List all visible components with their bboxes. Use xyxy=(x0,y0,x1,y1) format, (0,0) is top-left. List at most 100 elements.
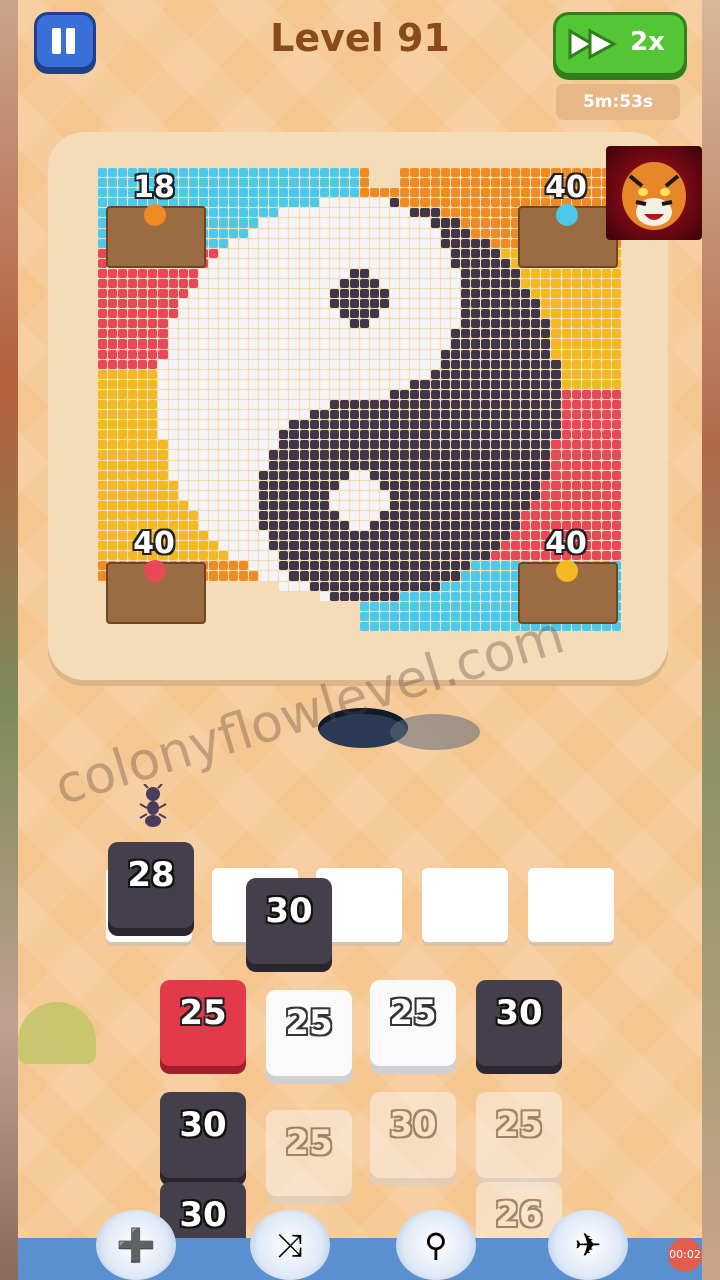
speed-button[interactable]: 2x xyxy=(553,12,687,76)
pixel-cell xyxy=(108,309,118,319)
pixel-cell xyxy=(511,329,521,339)
pixel-cell xyxy=(289,339,299,349)
pixel-cell xyxy=(430,369,440,379)
pixel-cell xyxy=(480,611,490,621)
magnet-claw-button[interactable]: ⚲ xyxy=(396,1210,476,1280)
pixel-cell xyxy=(138,440,148,450)
pixel-cell xyxy=(218,178,228,188)
pixel-cell xyxy=(98,349,108,359)
pixel-cell xyxy=(128,500,138,510)
pixel-cell xyxy=(329,168,339,178)
add-slot-button[interactable]: ➕ xyxy=(96,1210,176,1280)
pixel-cell xyxy=(521,289,531,299)
pixel-cell xyxy=(380,339,390,349)
pixel-cell xyxy=(430,541,440,551)
pixel-cell xyxy=(168,410,178,420)
pixel-cell xyxy=(118,460,128,470)
red-pig-collector[interactable]: 40 xyxy=(98,522,210,628)
pixel-cell xyxy=(420,601,430,611)
pixel-cell xyxy=(480,521,490,531)
pixel-cell xyxy=(581,510,591,521)
pixel-cell xyxy=(400,228,410,238)
queue-block-active[interactable]: 28 xyxy=(108,842,194,928)
tray-block[interactable]: 25 xyxy=(266,990,352,1076)
pixel-cell xyxy=(400,379,410,389)
pixel-cell xyxy=(249,430,259,440)
pixel-cell xyxy=(118,309,128,319)
pixel-cell xyxy=(349,500,359,510)
pixel-cell xyxy=(208,521,218,531)
pixel-cell xyxy=(279,450,289,460)
pixel-cell xyxy=(128,420,138,430)
tray-block[interactable]: 25 xyxy=(370,980,456,1066)
tray-block[interactable]: 25 xyxy=(476,1092,562,1178)
pixel-cell xyxy=(158,389,168,399)
pixel-cell xyxy=(470,460,480,470)
pixel-cell xyxy=(128,359,138,369)
pixel-cell xyxy=(400,601,410,611)
pixel-cell xyxy=(491,611,501,621)
pixel-cell xyxy=(390,430,400,440)
pixel-cell xyxy=(138,500,148,510)
pixel-cell xyxy=(289,531,299,541)
pixel-cell xyxy=(420,238,430,248)
pixel-cell xyxy=(329,510,339,521)
pixel-cell xyxy=(319,178,329,188)
pixel-cell xyxy=(400,248,410,258)
pixel-cell xyxy=(470,228,480,238)
pixel-cell xyxy=(299,188,309,198)
pixel-cell xyxy=(501,389,511,399)
pixel-cell xyxy=(480,268,490,278)
pixel-cell xyxy=(450,591,460,601)
tray-block[interactable]: 25 xyxy=(266,1110,352,1196)
pixel-cell xyxy=(259,490,269,500)
pixel-cell xyxy=(491,460,501,470)
pixel-cell xyxy=(561,420,571,430)
pixel-cell xyxy=(491,470,501,480)
tray-block[interactable]: 30 xyxy=(160,1092,246,1178)
pixel-cell xyxy=(470,561,480,571)
tray-block[interactable]: 30 xyxy=(476,980,562,1066)
vacuum-button[interactable]: ✈ xyxy=(548,1210,628,1280)
pixel-cell xyxy=(511,389,521,399)
pixel-cell xyxy=(460,450,470,460)
pixel-cell xyxy=(491,248,501,258)
pixel-cell xyxy=(420,268,430,278)
pixel-cell xyxy=(319,450,329,460)
pixel-cell xyxy=(339,359,349,369)
pixel-cell xyxy=(480,389,490,399)
pixel-cell xyxy=(259,561,269,571)
tray-block[interactable]: 25 xyxy=(160,980,246,1066)
pixel-cell xyxy=(168,289,178,299)
pixel-cell xyxy=(208,460,218,470)
pixel-cell xyxy=(430,490,440,500)
pixel-cell xyxy=(319,541,329,551)
pixel-cell xyxy=(98,319,108,329)
pixel-cell xyxy=(380,490,390,500)
pixel-cell xyxy=(541,400,551,410)
pixel-cell xyxy=(309,541,319,551)
pixel-cell xyxy=(460,470,470,480)
shuffle-button[interactable]: ⤨ xyxy=(250,1210,330,1280)
pixel-cell xyxy=(460,238,470,248)
pixel-cell xyxy=(591,379,601,389)
pixel-cell xyxy=(370,510,380,521)
pixel-cell xyxy=(380,470,390,480)
pixel-cell xyxy=(491,591,501,601)
pixel-cell xyxy=(339,379,349,389)
pixel-cell xyxy=(360,268,370,278)
pixel-cell xyxy=(551,450,561,460)
pixel-cell xyxy=(208,430,218,440)
pixel-cell xyxy=(370,198,380,208)
pixel-cell xyxy=(138,450,148,460)
orange-pig-collector[interactable]: 18 xyxy=(98,166,210,272)
yellow-pig-collector[interactable]: 40 xyxy=(510,522,622,628)
pixel-cell xyxy=(420,228,430,238)
pixel-cell xyxy=(339,551,349,561)
tray-block[interactable]: 30 xyxy=(370,1092,456,1178)
pixel-cell xyxy=(208,218,218,228)
pixel-cell xyxy=(460,400,470,410)
pixel-cell xyxy=(370,480,380,490)
pixel-cell xyxy=(138,319,148,329)
queue-block-floating[interactable]: 30 xyxy=(246,878,332,964)
